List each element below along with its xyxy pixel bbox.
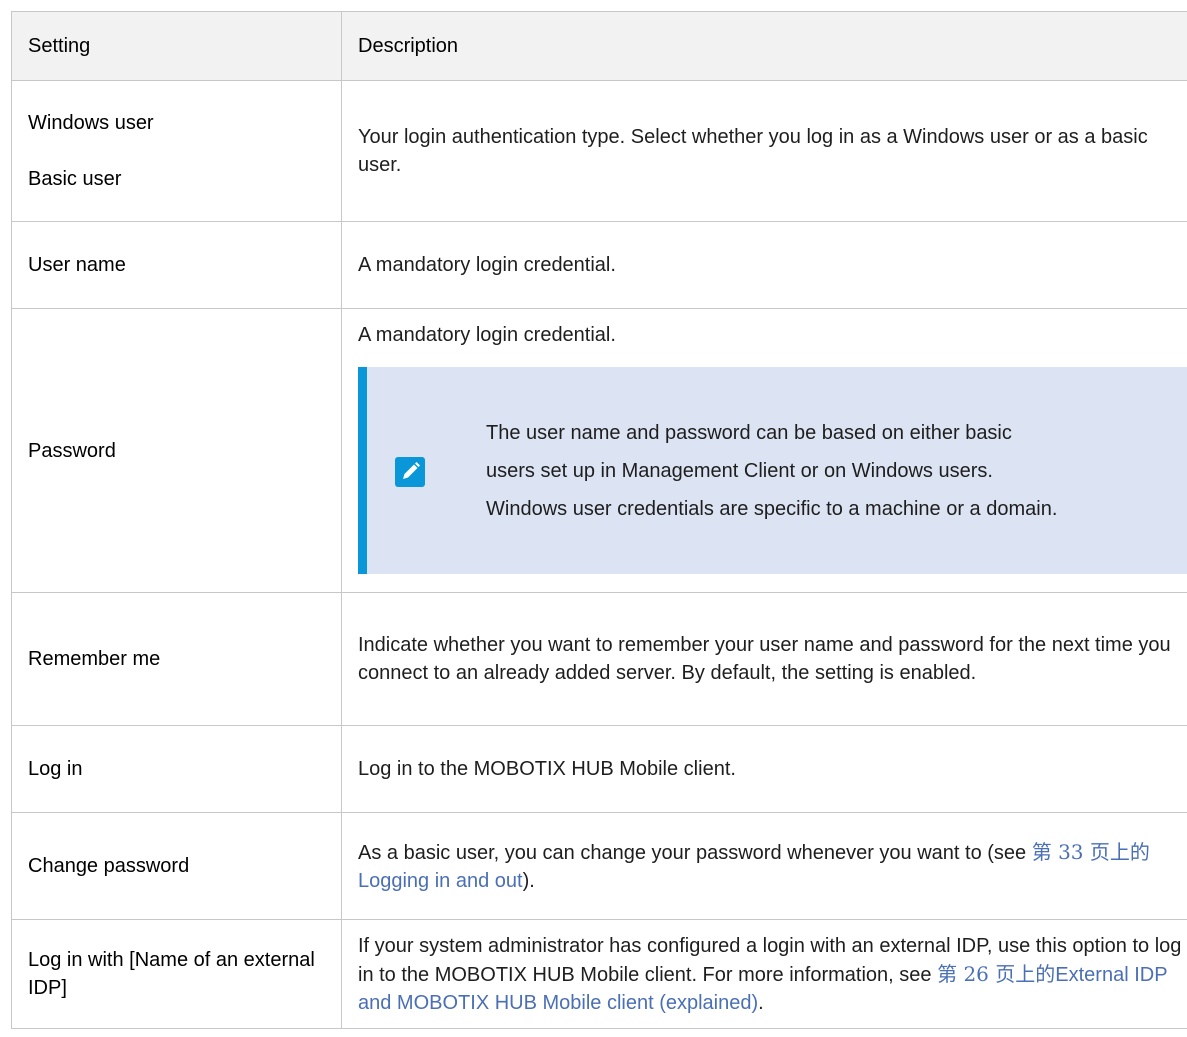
description-cell: A mandatory login credential. bbox=[341, 221, 1187, 309]
description-text: As a basic user, you can change your pas… bbox=[358, 841, 1032, 864]
note-text: The user name and password can be based … bbox=[486, 421, 1058, 520]
settings-table: Setting Description Windows user Basic u… bbox=[11, 11, 1187, 1029]
setting-remember-me: Remember me bbox=[11, 592, 342, 726]
table-row: User name A mandatory login credential. bbox=[11, 221, 1187, 309]
pencil-icon bbox=[395, 457, 425, 487]
description-text-end: . bbox=[758, 991, 764, 1014]
link-text: Logging in and out bbox=[358, 869, 523, 892]
setting-password: Password bbox=[11, 308, 342, 593]
table-row: Password A mandatory login credential. T… bbox=[11, 308, 1187, 593]
description-cell: As a basic user, you can change your pas… bbox=[341, 812, 1187, 920]
table-row: Log in Log in to the MOBOTIX HUB Mobile … bbox=[11, 725, 1187, 813]
setting-log-in: Log in bbox=[11, 725, 342, 813]
link-page-ref: 第 26 页上的 bbox=[937, 961, 1056, 986]
description-cell: Log in to the MOBOTIX HUB Mobile client. bbox=[341, 725, 1187, 813]
setting-user-name: User name bbox=[11, 221, 342, 309]
table-row: Windows user Basic user Your login authe… bbox=[11, 80, 1187, 222]
description-cell: Indicate whether you want to remember yo… bbox=[341, 592, 1187, 726]
password-description: A mandatory login credential. bbox=[358, 324, 616, 346]
table-row: Log in with [Name of an external IDP] If… bbox=[11, 919, 1187, 1029]
table-row: Change password As a basic user, you can… bbox=[11, 812, 1187, 920]
table-row: Remember me Indicate whether you want to… bbox=[11, 592, 1187, 726]
header-setting: Setting bbox=[11, 11, 342, 81]
description-cell: Your login authentication type. Select w… bbox=[341, 80, 1187, 222]
setting-change-password: Change password bbox=[11, 812, 342, 920]
link-page-ref: 第 33 页上的 bbox=[1031, 839, 1150, 864]
setting-log-in-external-idp: Log in with [Name of an external IDP] bbox=[11, 919, 342, 1029]
description-text-end: ). bbox=[522, 869, 535, 892]
description-cell: A mandatory login credential. The user n… bbox=[341, 308, 1187, 593]
description-cell: If your system administrator has configu… bbox=[341, 919, 1187, 1029]
note-box: The user name and password can be based … bbox=[358, 367, 1187, 574]
setting-windows-user: Windows user bbox=[28, 112, 154, 134]
table-header-row: Setting Description bbox=[11, 11, 1187, 81]
setting-basic-user: Basic user bbox=[28, 168, 122, 190]
setting-cell: Windows user Basic user bbox=[11, 80, 342, 222]
header-description: Description bbox=[341, 11, 1187, 81]
